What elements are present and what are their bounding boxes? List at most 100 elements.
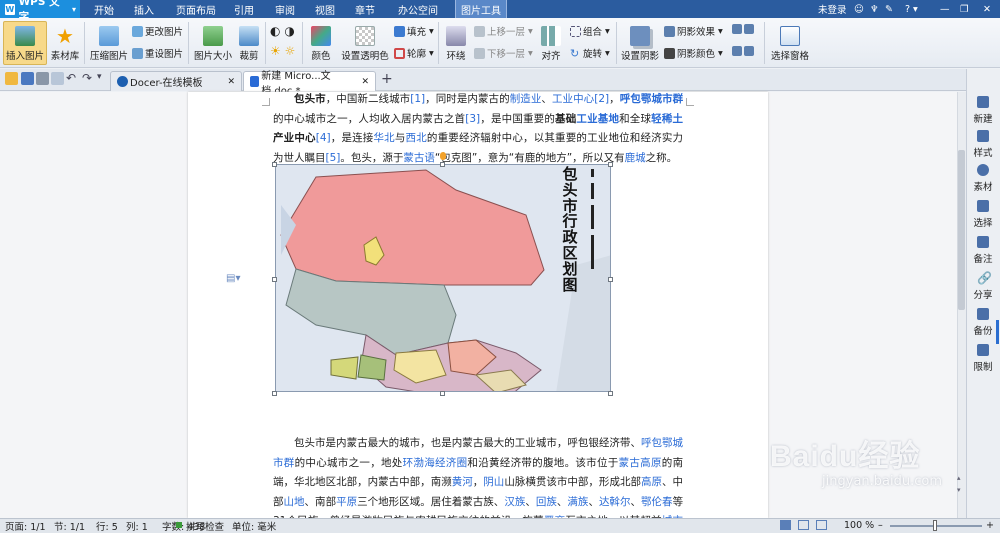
hyperlink[interactable]: 轻稀土 xyxy=(651,113,683,125)
hyperlink[interactable]: 满族 xyxy=(567,496,588,508)
rotate-handle-icon[interactable] xyxy=(440,152,446,160)
selection-pane-button[interactable]: 选择窗格 xyxy=(768,22,812,62)
contrast-down-icon[interactable]: ◑ xyxy=(284,24,294,38)
hyperlink[interactable]: 蒙古语 xyxy=(403,152,435,164)
view-web-icon[interactable] xyxy=(816,520,827,530)
brightness-up-icon[interactable]: ☀ xyxy=(270,44,281,58)
hyperlink[interactable]: 工业中心 xyxy=(552,93,594,105)
pane-restrict[interactable]: 限制 xyxy=(967,344,999,373)
wrench-icon[interactable]: ✎ xyxy=(885,0,895,18)
view-page-icon[interactable] xyxy=(780,520,791,530)
hyperlink[interactable]: 山地 xyxy=(284,496,305,508)
hyperlink[interactable]: [5] xyxy=(326,152,341,164)
scrollbar-thumb[interactable] xyxy=(958,150,965,310)
outline-button[interactable]: 轮廓 ▾ xyxy=(394,46,434,60)
minimize-icon[interactable]: — xyxy=(940,0,952,18)
menu-office-space[interactable]: 办公空间 xyxy=(392,0,444,18)
help-icon[interactable]: ? ▾ xyxy=(905,0,919,18)
hyperlink[interactable]: [4] xyxy=(316,132,331,144)
tab-close-icon[interactable]: ✕ xyxy=(227,77,235,87)
wps-app-button[interactable]: W WPS 文字 ▾ xyxy=(0,0,80,23)
set-transparent-button[interactable]: 设置透明色 xyxy=(340,22,390,62)
menu-home[interactable]: 开始 xyxy=(86,0,122,18)
align-button[interactable]: 对齐 xyxy=(536,22,566,62)
undo-icon[interactable]: ↶ xyxy=(66,71,76,85)
hyperlink[interactable]: 鹿城 xyxy=(625,152,646,164)
restore-icon[interactable]: ❐ xyxy=(960,0,972,18)
menu-picture-tools[interactable]: 图片工具 xyxy=(455,0,507,18)
resize-handle[interactable] xyxy=(272,277,277,282)
layout-options-icon[interactable]: ▤▾ xyxy=(226,273,240,284)
brightness-down-icon[interactable]: ☼ xyxy=(285,44,296,58)
menu-review[interactable]: 审阅 xyxy=(268,0,302,18)
hyperlink[interactable]: 华北 xyxy=(374,132,395,144)
resize-handle[interactable] xyxy=(608,391,613,396)
skin-icon[interactable]: ☺ xyxy=(854,0,864,18)
pane-material[interactable]: 素材 xyxy=(967,164,999,193)
hyperlink[interactable]: 高原 xyxy=(641,476,662,488)
hyperlink[interactable]: 环渤海经济圈 xyxy=(403,457,468,469)
group-button[interactable]: 组合 ▾ xyxy=(570,24,610,38)
menu-page-layout[interactable]: 页面布局 xyxy=(168,0,224,18)
hyperlink[interactable]: 制造业 xyxy=(510,93,542,105)
pane-select[interactable]: 选择 xyxy=(967,200,999,229)
paragraph-intro[interactable]: 包头市，中国新二线城市[1]，同时是内蒙古的制造业、工业中心[2]，呼包鄂城市群… xyxy=(273,90,683,168)
contrast-buttons[interactable]: ◐ ◑ xyxy=(270,24,295,38)
brightness-buttons[interactable]: ☀ ☼ xyxy=(270,44,295,58)
zoom-out-icon[interactable]: – xyxy=(878,519,883,532)
menu-references[interactable]: 引用 xyxy=(228,0,260,18)
insert-picture-button[interactable]: 插入图片 xyxy=(3,22,47,62)
quick-access-more-icon[interactable]: ▾ xyxy=(97,72,102,82)
color-button[interactable]: 颜色 xyxy=(306,22,336,62)
hyperlink[interactable]: 平原 xyxy=(336,496,357,508)
resize-handle[interactable] xyxy=(440,391,445,396)
pane-styles[interactable]: 样式 xyxy=(967,130,999,159)
status-spell-check[interactable]: 拼写检查 xyxy=(186,519,224,533)
contrast-up-icon[interactable]: ◐ xyxy=(270,24,280,38)
pane-new[interactable]: 新建 xyxy=(967,96,999,125)
shadow-nudge-up[interactable] xyxy=(732,24,756,34)
send-backward-button[interactable]: 下移一层 ▾ xyxy=(474,46,533,60)
change-picture-button[interactable]: 更改图片 xyxy=(132,24,183,38)
shadow-effect-button[interactable]: 阴影效果 ▾ xyxy=(664,24,723,38)
menu-chapter[interactable]: 章节 xyxy=(348,0,382,18)
hyperlink[interactable]: 工业基地 xyxy=(576,113,619,125)
save-icon[interactable] xyxy=(21,72,34,85)
hyperlink[interactable]: [2] xyxy=(594,93,609,105)
hyperlink[interactable]: 达斡尔 xyxy=(599,496,631,508)
resize-handle[interactable] xyxy=(608,277,613,282)
close-icon[interactable]: ✕ xyxy=(983,0,995,18)
hyperlink[interactable]: 蒙古高原 xyxy=(619,457,662,469)
material-library-button[interactable]: ★ 素材库 xyxy=(48,22,82,62)
tab-close-icon[interactable]: ✕ xyxy=(361,77,369,87)
rotate-button[interactable]: ↻ 旋转 ▾ xyxy=(570,46,610,61)
hyperlink[interactable]: [1] xyxy=(410,93,425,105)
menu-insert[interactable]: 插入 xyxy=(126,0,162,18)
hyperlink[interactable]: 阴山 xyxy=(483,476,504,488)
shadow-color-button[interactable]: 阴影颜色 ▾ xyxy=(664,46,723,60)
hyperlink[interactable]: [3] xyxy=(465,113,480,125)
crop-button[interactable]: 裁剪 xyxy=(236,22,262,62)
tab-docer[interactable]: Docer-在线模板 ✕ xyxy=(110,71,242,91)
menu-view[interactable]: 视图 xyxy=(308,0,342,18)
hyperlink[interactable]: 鄂伦春 xyxy=(641,496,673,508)
hyperlink[interactable]: 西北 xyxy=(406,132,427,144)
login-link[interactable]: 未登录 xyxy=(818,0,847,18)
set-shadow-button[interactable]: 设置阴影 xyxy=(620,22,660,62)
pane-share[interactable]: 🔗 分享 xyxy=(967,272,999,301)
selected-map-picture[interactable]: 包头市行政区划图 xyxy=(275,164,611,392)
new-tab-icon[interactable]: + xyxy=(381,71,393,87)
reset-picture-button[interactable]: 重设图片 xyxy=(132,46,183,60)
resize-handle[interactable] xyxy=(272,391,277,396)
scroll-up-icon[interactable]: ▴ xyxy=(957,474,961,482)
wrap-button[interactable]: 环绕 xyxy=(442,22,470,62)
hyperlink[interactable]: 回族 xyxy=(536,496,557,508)
resize-handle[interactable] xyxy=(440,162,445,167)
shadow-nudge-side[interactable] xyxy=(732,46,756,56)
pane-backup[interactable]: 备份 xyxy=(967,308,999,337)
hyperlink[interactable]: 汉族 xyxy=(504,496,525,508)
print-preview-icon[interactable] xyxy=(51,72,64,85)
fill-button[interactable]: 填充 ▾ xyxy=(394,24,434,38)
compress-picture-button[interactable]: 压缩图片 xyxy=(90,22,128,62)
print-icon[interactable] xyxy=(36,72,49,85)
